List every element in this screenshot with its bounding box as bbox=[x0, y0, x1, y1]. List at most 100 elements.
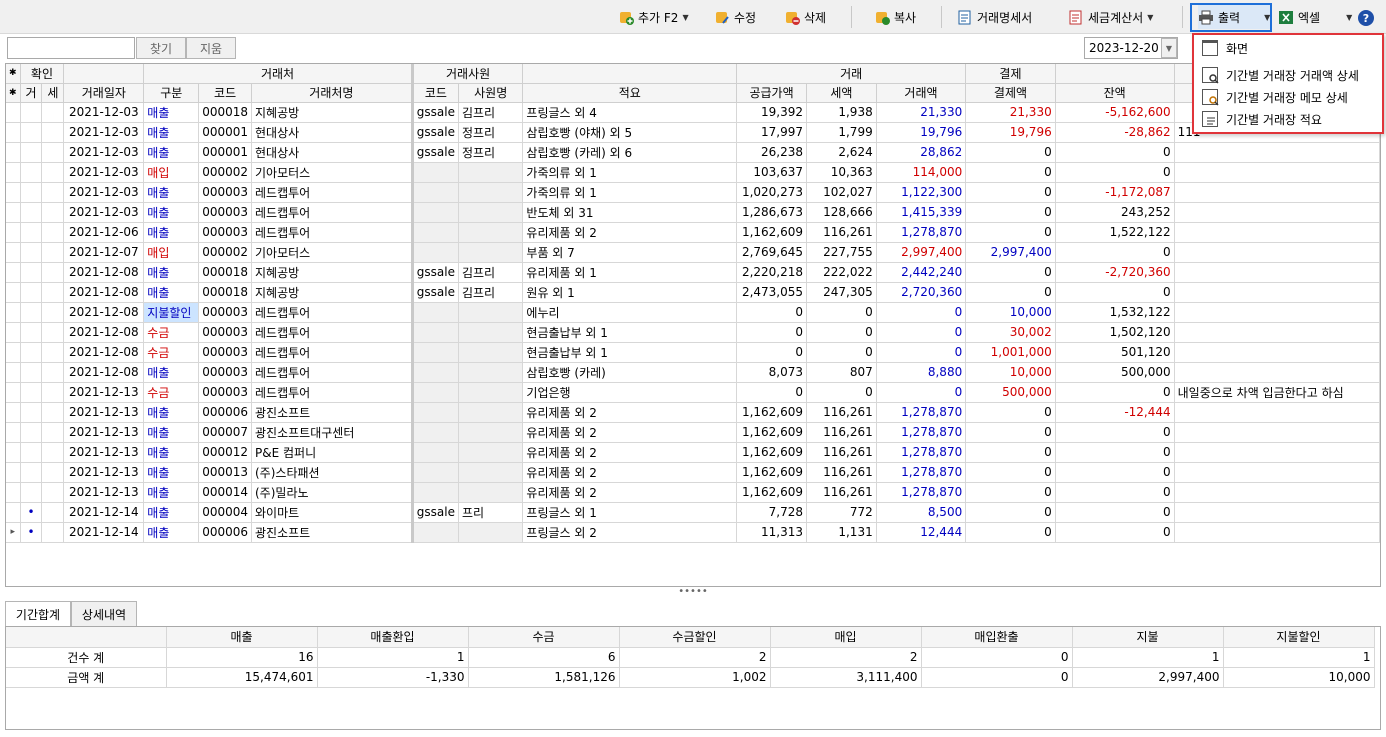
confirm-g-cell[interactable] bbox=[20, 462, 43, 483]
balance-cell[interactable]: 0 bbox=[1055, 442, 1175, 463]
tax-cell[interactable]: 2,624 bbox=[806, 142, 877, 163]
tax-cell[interactable]: 102,027 bbox=[806, 182, 877, 203]
amount-cell[interactable]: 21,330 bbox=[876, 102, 967, 123]
staff-name-cell[interactable]: 정프리 bbox=[458, 122, 524, 143]
memo-cell[interactable] bbox=[1174, 182, 1380, 203]
code-cell[interactable]: 000002 bbox=[198, 242, 252, 263]
date-cell[interactable]: 2021-12-13 bbox=[63, 442, 145, 463]
staff-name-cell[interactable] bbox=[458, 402, 524, 423]
table-row[interactable]: 2021-12-08 매출 000018 지혜공방 gssale 김프리 유리제품 외 12… bbox=[6, 262, 1380, 283]
code-cell[interactable]: 000002 bbox=[198, 162, 252, 183]
supply-cell[interactable]: 2,473,055 bbox=[736, 282, 808, 303]
row-indicator[interactable] bbox=[6, 122, 21, 143]
kind-cell[interactable]: 매출 bbox=[143, 402, 200, 423]
partner-name-cell[interactable]: 광진소프트 bbox=[251, 402, 414, 423]
code-cell[interactable]: 000012 bbox=[198, 442, 252, 463]
amount-cell[interactable]: 12,444 bbox=[876, 522, 967, 543]
staff-name-cell[interactable] bbox=[458, 362, 524, 383]
confirm-g-cell[interactable] bbox=[20, 342, 43, 363]
kind-cell[interactable]: 지불할인 bbox=[143, 302, 200, 323]
description-cell[interactable]: 유리제품 외 2 bbox=[522, 402, 738, 423]
row-indicator[interactable] bbox=[6, 102, 21, 123]
balance-cell[interactable]: 0 bbox=[1055, 522, 1175, 543]
description-cell[interactable]: 프링글스 외 4 bbox=[522, 102, 738, 123]
row-indicator[interactable] bbox=[6, 162, 21, 183]
tax-cell[interactable]: 1,938 bbox=[806, 102, 877, 123]
amount-cell[interactable]: 28,862 bbox=[876, 142, 967, 163]
description-cell[interactable]: 원유 외 1 bbox=[522, 282, 738, 303]
memo-cell[interactable] bbox=[1174, 442, 1380, 463]
balance-cell[interactable]: -2,720,360 bbox=[1055, 262, 1175, 283]
excel-button[interactable]: 엑셀 ▼ bbox=[1278, 5, 1352, 29]
confirm-g-cell[interactable] bbox=[20, 142, 43, 163]
confirm-g-cell[interactable]: • bbox=[20, 502, 43, 523]
tax-cell[interactable]: 10,363 bbox=[806, 162, 877, 183]
amount-cell[interactable]: 2,720,360 bbox=[876, 282, 967, 303]
amount-cell[interactable]: 8,880 bbox=[876, 362, 967, 383]
paid-cell[interactable]: 0 bbox=[965, 482, 1056, 503]
amount-cell[interactable]: 1,415,339 bbox=[876, 202, 967, 223]
staff-name-cell[interactable] bbox=[458, 422, 524, 443]
table-row[interactable]: 2021-12-13 매출 000012 P&E 컴퍼니 유리제품 외 2 1,162,6… bbox=[6, 442, 1380, 463]
row-indicator[interactable] bbox=[6, 502, 21, 523]
staff-code-cell[interactable] bbox=[412, 462, 459, 483]
tab-detail[interactable]: 상세내역 bbox=[71, 601, 137, 627]
kind-cell[interactable]: 매출 bbox=[143, 142, 200, 163]
staff-code-cell[interactable]: gssale bbox=[412, 102, 459, 123]
code-cell[interactable]: 000003 bbox=[198, 182, 252, 203]
staff-name-cell[interactable]: 정프리 bbox=[458, 142, 524, 163]
kind-cell[interactable]: 매출 bbox=[143, 422, 200, 443]
col-header-kind[interactable]: 구분 bbox=[143, 83, 200, 103]
supply-cell[interactable]: 0 bbox=[736, 322, 808, 343]
confirm-g-cell[interactable] bbox=[20, 382, 43, 403]
supply-cell[interactable]: 0 bbox=[736, 342, 808, 363]
row-indicator[interactable] bbox=[6, 362, 21, 383]
balance-cell[interactable]: -28,862 bbox=[1055, 122, 1175, 143]
col-header-amount[interactable]: 거래액 bbox=[876, 83, 967, 103]
col-header-staff-name[interactable]: 사원명 bbox=[458, 83, 524, 103]
memo-cell[interactable] bbox=[1174, 502, 1380, 523]
description-cell[interactable]: 기업은행 bbox=[522, 382, 738, 403]
date-cell[interactable]: 2021-12-07 bbox=[63, 242, 145, 263]
kind-cell[interactable]: 매입 bbox=[143, 242, 200, 263]
paid-cell[interactable]: 10,000 bbox=[965, 362, 1056, 383]
partner-name-cell[interactable]: (주)밀라노 bbox=[251, 482, 414, 503]
code-cell[interactable]: 000004 bbox=[198, 502, 252, 523]
amount-cell[interactable]: 1,278,870 bbox=[876, 482, 967, 503]
kind-cell[interactable]: 매출 bbox=[143, 482, 200, 503]
row-indicator[interactable] bbox=[6, 202, 21, 223]
code-cell[interactable]: 000018 bbox=[198, 262, 252, 283]
amount-cell[interactable]: 1,278,870 bbox=[876, 222, 967, 243]
tax-cell[interactable]: 222,022 bbox=[806, 262, 877, 283]
tax-cell[interactable]: 116,261 bbox=[806, 482, 877, 503]
copy-button[interactable]: 복사 bbox=[874, 5, 916, 29]
code-cell[interactable]: 000006 bbox=[198, 402, 252, 423]
table-row[interactable]: 2021-12-13 매출 000007 광진소프트대구센터 유리제품 외 2 1,162… bbox=[6, 422, 1380, 443]
kind-cell[interactable]: 매입 bbox=[143, 162, 200, 183]
partner-name-cell[interactable]: 레드캡투어 bbox=[251, 302, 414, 323]
menu-item-description[interactable]: 기간별 거래장 적요 bbox=[1202, 109, 1322, 129]
staff-name-cell[interactable] bbox=[458, 442, 524, 463]
row-indicator[interactable] bbox=[6, 302, 21, 323]
confirm-s-cell[interactable] bbox=[41, 482, 65, 503]
menu-item-memo-detail[interactable]: 기간별 거래장 메모 상세 bbox=[1202, 87, 1348, 107]
balance-cell[interactable]: -12,444 bbox=[1055, 402, 1175, 423]
staff-name-cell[interactable] bbox=[458, 242, 524, 263]
date-cell[interactable]: 2021-12-03 bbox=[63, 142, 145, 163]
description-cell[interactable]: 유리제품 외 2 bbox=[522, 222, 738, 243]
amount-cell[interactable]: 2,997,400 bbox=[876, 242, 967, 263]
staff-code-cell[interactable] bbox=[412, 222, 459, 243]
memo-cell[interactable] bbox=[1174, 422, 1380, 443]
table-row[interactable]: 2021-12-03 매출 000003 레드캡투어 가죽의류 외 1 1,020,273… bbox=[6, 182, 1380, 203]
paid-cell[interactable]: 0 bbox=[965, 462, 1056, 483]
paid-cell[interactable]: 0 bbox=[965, 142, 1056, 163]
tax-cell[interactable]: 116,261 bbox=[806, 402, 877, 423]
staff-code-cell[interactable] bbox=[412, 162, 459, 183]
partner-name-cell[interactable]: (주)스타패션 bbox=[251, 462, 414, 483]
paid-cell[interactable]: 1,001,000 bbox=[965, 342, 1056, 363]
table-row[interactable]: 2021-12-08 지불할인 000003 레드캡투어 에누리 0 0 0 10,000 1,5… bbox=[6, 302, 1380, 323]
balance-cell[interactable]: 501,120 bbox=[1055, 342, 1175, 363]
confirm-g-cell[interactable] bbox=[20, 262, 43, 283]
date-cell[interactable]: 2021-12-03 bbox=[63, 102, 145, 123]
confirm-g-cell[interactable] bbox=[20, 182, 43, 203]
